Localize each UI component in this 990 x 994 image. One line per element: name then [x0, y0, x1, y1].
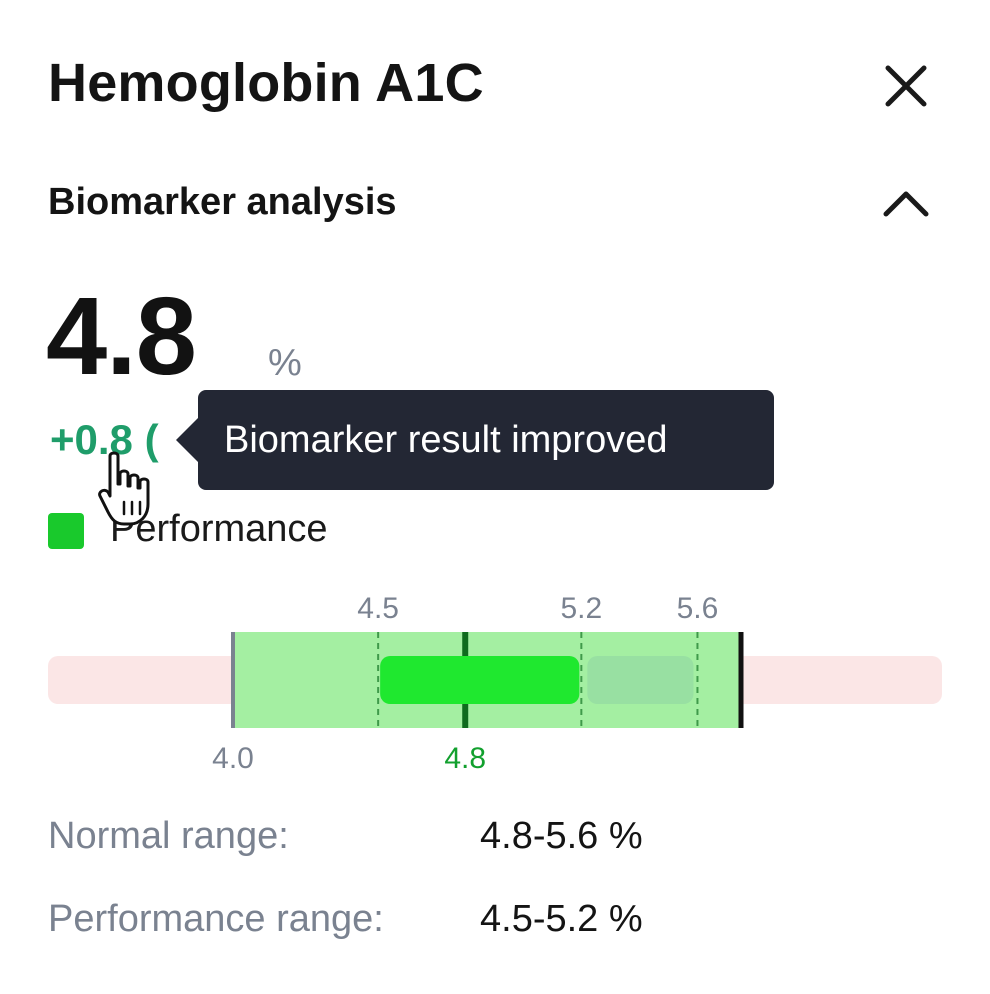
close-icon — [885, 65, 927, 107]
range-tick-label: 5.2 — [560, 592, 602, 625]
panel-title: Hemoglobin A1C — [48, 53, 484, 113]
collapse-section-button[interactable] — [878, 180, 934, 228]
tooltip-arrow — [176, 418, 198, 462]
performance-range-label: Performance range: — [48, 898, 384, 940]
section-title: Biomarker analysis — [48, 181, 397, 223]
normal-range-value: 4.8-5.6 % — [480, 815, 643, 857]
close-button[interactable] — [878, 58, 934, 114]
result-unit: % — [268, 342, 302, 384]
range-tick-label: 4.5 — [357, 592, 399, 625]
value-marker-label: 4.8 — [444, 742, 486, 775]
normal-range-label: Normal range: — [48, 815, 289, 857]
result-value: 4.8 — [46, 275, 197, 398]
normal-range-bar — [587, 656, 694, 704]
range-chart: 4.5 5.2 5.6 4.0 4.8 — [48, 592, 942, 775]
performance-range-value: 4.5-5.2 % — [480, 898, 643, 940]
range-tick-label: 5.6 — [677, 592, 719, 625]
legend-swatch — [48, 513, 84, 549]
chevron-up-icon — [883, 191, 929, 217]
hand-pointer-icon — [98, 451, 150, 526]
tooltip-text: Biomarker result improved — [224, 418, 668, 461]
performance-range-bar — [380, 656, 580, 704]
axis-min-label: 4.0 — [212, 742, 254, 775]
tooltip: Biomarker result improved — [176, 390, 774, 490]
